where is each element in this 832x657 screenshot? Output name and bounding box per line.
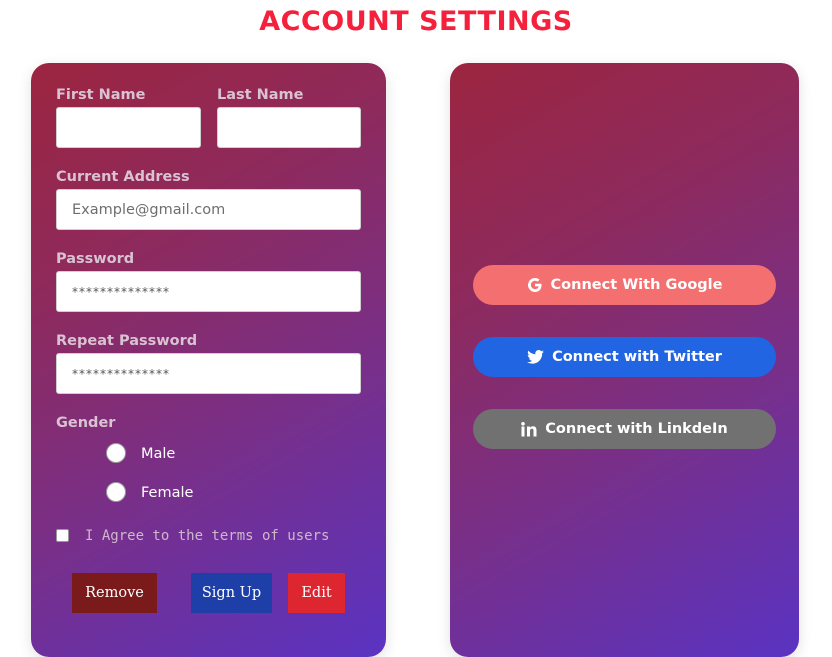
terms-label: I Agree to the terms of users [85,528,330,544]
page-title: ACCOUNT SETTINGS [259,6,573,37]
password-label: Password [56,251,135,267]
social-connect-card: Connect With Google Connect with Twitter… [450,63,799,657]
first-name-input[interactable] [56,107,201,148]
first-name-label: First Name [56,87,146,103]
gender-male-label: Male [141,446,176,462]
connect-twitter-button[interactable]: Connect with Twitter [473,337,776,377]
gender-female-radio[interactable] [106,482,126,502]
edit-button[interactable]: Edit [288,573,345,613]
repeat-password-input[interactable] [56,353,361,394]
connect-google-label: Connect With Google [550,277,723,293]
twitter-icon [527,350,544,364]
sign-up-button[interactable]: Sign Up [191,573,272,613]
gender-label: Gender [56,415,116,431]
gender-female-label: Female [141,485,194,501]
remove-button[interactable]: Remove [72,573,157,613]
connect-linkedin-label: Connect with LinkdeIn [545,421,728,437]
repeat-password-label: Repeat Password [56,333,198,349]
account-form-card: First Name Last Name Current Address Pas… [31,63,386,657]
address-input[interactable] [56,189,361,230]
linkedin-icon [521,421,537,437]
google-icon [527,277,543,293]
connect-linkedin-button[interactable]: Connect with LinkdeIn [473,409,776,449]
last-name-input[interactable] [217,107,361,148]
password-input[interactable] [56,271,361,312]
connect-google-button[interactable]: Connect With Google [473,265,776,305]
gender-male-radio[interactable] [106,443,126,463]
terms-checkbox[interactable] [56,529,69,542]
address-label: Current Address [56,169,190,185]
last-name-label: Last Name [217,87,304,103]
connect-twitter-label: Connect with Twitter [552,349,722,365]
